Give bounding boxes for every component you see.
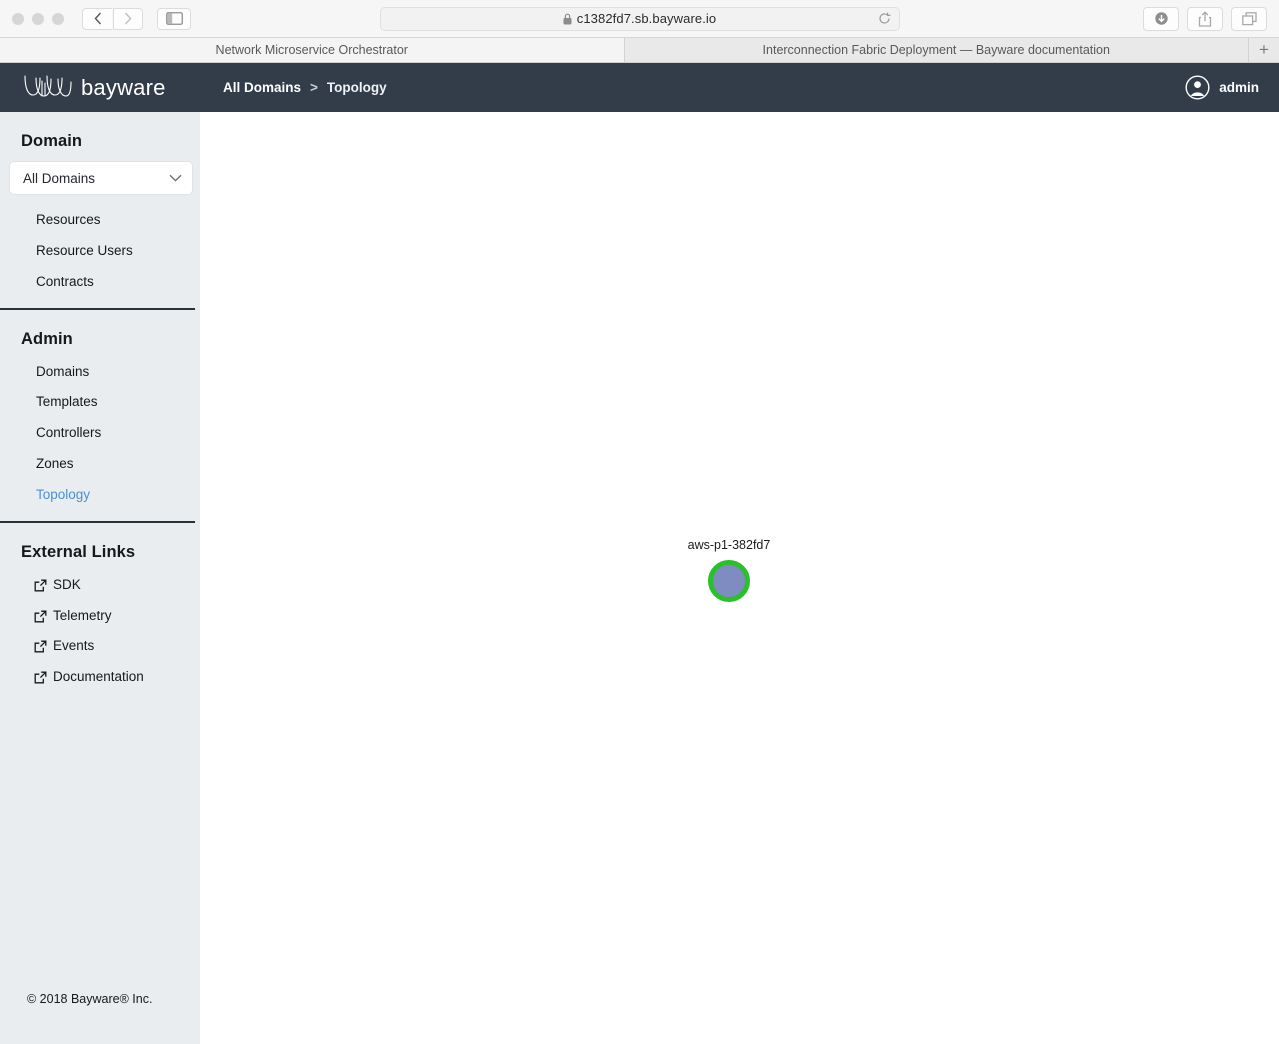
app-logo[interactable]: bayware: [22, 75, 207, 101]
sidebar-item-label: Controllers: [36, 425, 102, 441]
tabs-icon: [1241, 11, 1257, 25]
sidebar-item-label: Telemetry: [53, 607, 112, 623]
sidebar-item-label: Zones: [36, 456, 74, 472]
external-link-icon: [34, 610, 47, 623]
sidebar-item-documentation[interactable]: Documentation: [0, 662, 200, 693]
breadcrumb-separator: >: [310, 80, 318, 95]
sidebar-item-controllers[interactable]: Controllers: [0, 418, 200, 449]
sidebar-section-title-domain: Domain: [21, 132, 83, 150]
minimize-window-button[interactable]: [32, 12, 44, 25]
address-bar[interactable]: c1382fd7.sb.bayware.io: [379, 6, 900, 31]
user-menu[interactable]: admin: [1185, 75, 1259, 100]
sidebar-toggle-icon: [165, 12, 183, 25]
sidebar-item-label: Domains: [36, 363, 90, 379]
download-icon: [1154, 12, 1168, 25]
share-icon: [1198, 10, 1212, 27]
sidebar-toggle-button[interactable]: [157, 7, 191, 30]
domain-select[interactable]: All Domains: [9, 161, 193, 195]
user-name: admin: [1219, 80, 1259, 95]
sidebar-item-label: Resource Users: [36, 242, 133, 258]
tab-strip: Network Microservice Orchestrator Interc…: [0, 38, 1279, 63]
sidebar-item-label: Topology: [36, 486, 91, 502]
app-header: bayware All Domains > Topology admin: [0, 63, 1279, 112]
navigation-buttons: [82, 7, 143, 30]
browser-toolbar: c1382fd7.sb.bayware.io: [0, 0, 1279, 38]
close-window-button[interactable]: [12, 12, 24, 25]
window-traffic-lights: [12, 12, 64, 25]
sidebar-item-resource-users[interactable]: Resource Users: [0, 236, 200, 267]
sidebar-item-events[interactable]: Events: [0, 631, 200, 662]
chevron-right-icon: [124, 12, 132, 25]
sidebar: Domain All Domains Resources Resource Us…: [0, 112, 200, 1044]
browser-tab-title: Network Microservice Orchestrator: [215, 43, 408, 57]
browser-tab-orchestrator[interactable]: Network Microservice Orchestrator: [0, 38, 625, 62]
sidebar-item-resources[interactable]: Resources: [0, 205, 200, 236]
sidebar-item-telemetry[interactable]: Telemetry: [0, 601, 200, 632]
breadcrumb-current: Topology: [326, 80, 387, 95]
sidebar-copyright: © 2018 Bayware® Inc.: [27, 992, 153, 1006]
sidebar-item-sdk[interactable]: SDK: [0, 570, 200, 601]
breadcrumb: All Domains > Topology: [223, 80, 387, 95]
external-link-icon: [34, 579, 47, 592]
lock-icon: [563, 13, 572, 24]
reload-icon: [878, 12, 890, 24]
browser-tab-title: Interconnection Fabric Deployment — Bayw…: [762, 43, 1110, 57]
bayware-logo-icon: [24, 74, 72, 97]
app-body: Domain All Domains Resources Resource Us…: [0, 112, 1279, 1044]
address-bar-url: c1382fd7.sb.bayware.io: [576, 11, 717, 26]
share-button[interactable]: [1187, 6, 1223, 31]
forward-button[interactable]: [113, 7, 143, 30]
sidebar-item-contracts[interactable]: Contracts: [0, 267, 200, 298]
sidebar-item-domains[interactable]: Domains: [0, 357, 200, 388]
browser-window: c1382fd7.sb.bayware.io Network Microserv…: [0, 0, 1279, 1044]
domain-select-value: All Domains: [23, 170, 96, 186]
sidebar-item-label: Resources: [36, 212, 101, 227]
zoom-window-button[interactable]: [52, 12, 64, 25]
back-button[interactable]: [82, 7, 112, 30]
app-logo-text: bayware: [81, 74, 166, 100]
user-circle-icon: [1185, 75, 1210, 100]
tab-overview-button[interactable]: [1231, 6, 1267, 31]
sidebar-section-title-external: External Links: [21, 542, 136, 561]
browser-tab-documentation[interactable]: Interconnection Fabric Deployment — Bayw…: [624, 38, 1249, 62]
sidebar-section-admin: Admin Domains Templates Controllers Zone…: [0, 310, 200, 523]
sidebar-item-zones[interactable]: Zones: [0, 449, 200, 480]
external-link-icon: [34, 640, 47, 653]
new-tab-button[interactable]: +: [1249, 38, 1279, 62]
topology-node[interactable]: aws-p1-382fd7: [669, 538, 789, 602]
browser-toolbar-right: [1143, 6, 1267, 31]
reload-button[interactable]: [878, 12, 891, 25]
chevron-down-icon: [169, 174, 182, 182]
sidebar-item-label: Events: [53, 638, 95, 654]
sidebar-section-external-links: External Links SDK Telemetry Events Docu…: [0, 523, 200, 693]
topology-node-circle[interactable]: [708, 560, 750, 602]
sidebar-item-templates[interactable]: Templates: [0, 387, 200, 418]
external-link-icon: [34, 671, 47, 684]
chevron-left-icon: [93, 12, 101, 25]
sidebar-item-label: Contracts: [36, 273, 94, 289]
breadcrumb-root[interactable]: All Domains: [223, 80, 301, 95]
sidebar-item-label: Templates: [36, 394, 98, 410]
sidebar-section-domain: Domain All Domains Resources Resource Us…: [0, 112, 200, 310]
application: bayware All Domains > Topology admin Dom…: [0, 63, 1279, 1044]
sidebar-item-label: SDK: [53, 576, 81, 592]
topology-node-label: aws-p1-382fd7: [687, 538, 771, 552]
topology-canvas[interactable]: aws-p1-382fd7: [200, 112, 1279, 1044]
sidebar-item-topology[interactable]: Topology: [0, 480, 200, 511]
sidebar-item-label: Documentation: [53, 669, 144, 685]
downloads-button[interactable]: [1143, 6, 1179, 31]
sidebar-section-title-admin: Admin: [21, 329, 73, 348]
